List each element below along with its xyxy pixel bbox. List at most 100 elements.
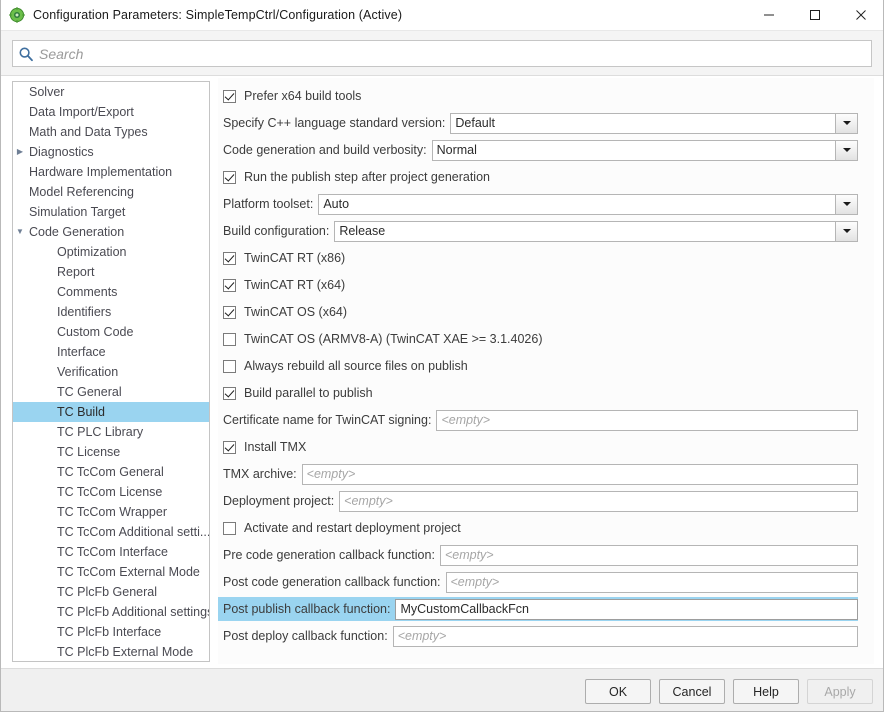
tree-item-solver[interactable]: Solver (13, 82, 209, 102)
dropdown-platform-toolset[interactable]: Auto (318, 193, 858, 215)
option-row-install-tmx: Install TMX (218, 435, 874, 459)
tree-item-hardware-implementation[interactable]: Hardware Implementation (13, 162, 209, 182)
close-button[interactable] (838, 0, 884, 31)
checkbox-label[interactable]: Activate and restart deployment project (244, 521, 461, 535)
minimize-button[interactable] (746, 0, 792, 31)
text-input-post-publish-callback-function[interactable]: MyCustomCallbackFcn (395, 598, 858, 620)
tree-item-math-and-data-types[interactable]: Math and Data Types (13, 122, 209, 142)
option-row-always-rebuild-all-source-files-on-publish: Always rebuild all source files on publi… (218, 354, 874, 378)
checkbox-label[interactable]: TwinCAT OS (x64) (244, 305, 347, 319)
checkbox-twincat-os-armv8-a-twincat-xae-3-1-4026[interactable] (223, 332, 236, 346)
help-button[interactable]: Help (733, 679, 799, 704)
tree-item-model-referencing[interactable]: Model Referencing (13, 182, 209, 202)
dropdown-value: Release (339, 224, 386, 238)
search-icon (19, 46, 33, 61)
checkbox-label[interactable]: Prefer x64 build tools (244, 89, 361, 103)
checkbox-label[interactable]: Run the publish step after project gener… (244, 170, 490, 184)
tree-item-tc-tccom-interface[interactable]: TC TcCom Interface (13, 542, 209, 562)
tree-item-tc-plc-library[interactable]: TC PLC Library (13, 422, 209, 442)
tree-item-tc-tccom-general[interactable]: TC TcCom General (13, 462, 209, 482)
tree-item-comments[interactable]: Comments (13, 282, 209, 302)
maximize-button[interactable] (792, 0, 838, 31)
option-row-post-code-generation-callback-function: Post code generation callback function: <… (218, 570, 858, 594)
chevron-down-icon[interactable] (835, 140, 857, 160)
collapsed-arrow-icon[interactable]: ▶ (13, 148, 27, 156)
checkbox-twincat-rt-x64[interactable] (223, 278, 236, 292)
tree-item-label: TC License (57, 445, 121, 459)
checkbox-run-the-publish-step-after-project-generation[interactable] (223, 170, 236, 184)
tree-item-report[interactable]: Report (13, 262, 209, 282)
dropdown-value: Default (455, 116, 495, 130)
tree-item-tc-tccom-license[interactable]: TC TcCom License (13, 482, 209, 502)
checkbox-twincat-os-x64[interactable] (223, 305, 236, 319)
tree-item-optimization[interactable]: Optimization (13, 242, 209, 262)
chevron-down-icon[interactable] (835, 113, 857, 133)
settings-tree[interactable]: Solver Data Import/Export Math and Data Ty… (12, 81, 210, 662)
text-input-tmx-archive[interactable]: <empty> (301, 463, 858, 485)
tree-item-interface[interactable]: Interface (13, 342, 209, 362)
tree-item-tc-plcfb-external-mode[interactable]: TC PlcFb External Mode (13, 642, 209, 661)
option-row-pre-code-generation-callback-function: Pre code generation callback function: <e… (218, 543, 858, 567)
tree-item-tc-plcfb-interface[interactable]: TC PlcFb Interface (13, 622, 209, 642)
option-row-certificate-name-for-twincat-signing: Certificate name for TwinCAT signing: <em… (218, 408, 858, 432)
search-input[interactable]: Search (12, 40, 872, 67)
text-input-post-code-generation-callback-function[interactable]: <empty> (445, 571, 858, 593)
tree-item-label: TC PlcFb Additional settings (57, 605, 210, 619)
tree-item-code-generation[interactable]: ▼ Code Generation (13, 222, 209, 242)
field-label: Specify C++ language standard version: (223, 116, 446, 130)
checkbox-label[interactable]: Build parallel to publish (244, 386, 373, 400)
tree-item-data-import-export[interactable]: Data Import/Export (13, 102, 209, 122)
checkbox-twincat-rt-x86[interactable] (223, 251, 236, 265)
tree-item-tc-tccom-additional-setti[interactable]: TC TcCom Additional setti... (13, 522, 209, 542)
tree-item-tc-license[interactable]: TC License (13, 442, 209, 462)
tree-item-label: Hardware Implementation (29, 165, 173, 179)
tree-item-label: TC TcCom Wrapper (57, 505, 167, 519)
tree-item-tc-build[interactable]: TC Build (13, 402, 209, 422)
tree-item-simulation-target[interactable]: Simulation Target (13, 202, 209, 222)
tree-item-tc-tccom-wrapper[interactable]: TC TcCom Wrapper (13, 502, 209, 522)
checkbox-label[interactable]: TwinCAT RT (x64) (244, 278, 345, 292)
dropdown-specify-c++-language-standard-version[interactable]: Default (450, 112, 858, 134)
tree-item-tc-plcfb-additional-settings[interactable]: TC PlcFb Additional settings (13, 602, 209, 622)
options-panel: Prefer x64 build tools Specify C++ langua… (218, 78, 874, 664)
tree-item-diagnostics[interactable]: ▶ Diagnostics (13, 142, 209, 162)
checkbox-install-tmx[interactable] (223, 440, 236, 454)
tree-item-tc-plcfb-general[interactable]: TC PlcFb General (13, 582, 209, 602)
tree-item-identifiers[interactable]: Identifiers (13, 302, 209, 322)
cancel-button[interactable]: Cancel (659, 679, 725, 704)
option-row-build-parallel-to-publish: Build parallel to publish (218, 381, 874, 405)
checkbox-build-parallel-to-publish[interactable] (223, 386, 236, 400)
text-input-pre-code-generation-callback-function[interactable]: <empty> (439, 544, 858, 566)
field-label: Build configuration: (223, 224, 330, 238)
field-label: Code generation and build verbosity: (223, 143, 427, 157)
option-row-post-deploy-callback-function: Post deploy callback function: <empty> (218, 624, 858, 648)
checkbox-label[interactable]: Install TMX (244, 440, 306, 454)
checkbox-prefer-x64-build-tools[interactable] (223, 89, 236, 103)
chevron-down-icon[interactable] (835, 194, 857, 214)
tree-item-custom-code[interactable]: Custom Code (13, 322, 209, 342)
tree-item-verification[interactable]: Verification (13, 362, 209, 382)
tree-item-label: Data Import/Export (29, 105, 134, 119)
expanded-arrow-icon[interactable]: ▼ (13, 228, 27, 236)
ok-button[interactable]: OK (585, 679, 651, 704)
chevron-down-icon[interactable] (835, 221, 857, 241)
tree-item-label: Identifiers (57, 305, 112, 319)
checkbox-label[interactable]: TwinCAT RT (x86) (244, 251, 345, 265)
tree-item-label: Report (57, 265, 95, 279)
tree-item-label: TC TcCom License (57, 485, 163, 499)
configuration-parameters-dialog: Configuration Parameters: SimpleTempCtrl… (0, 0, 884, 712)
checkbox-label[interactable]: TwinCAT OS (ARMV8-A) (TwinCAT XAE >= 3.1… (244, 332, 542, 346)
text-input-certificate-name-for-twincat-signing[interactable]: <empty> (436, 409, 858, 431)
close-icon (856, 10, 866, 20)
text-input-post-deploy-callback-function[interactable]: <empty> (392, 625, 858, 647)
dropdown-code-generation-and-build-verbosity[interactable]: Normal (431, 139, 858, 161)
field-label: Post code generation callback function: (223, 575, 441, 589)
checkbox-label[interactable]: Always rebuild all source files on publi… (244, 359, 468, 373)
text-input-deployment-project[interactable]: <empty> (339, 490, 858, 512)
checkbox-always-rebuild-all-source-files-on-publish[interactable] (223, 359, 236, 373)
option-row-twincat-rt-x64: TwinCAT RT (x64) (218, 273, 874, 297)
dropdown-build-configuration[interactable]: Release (334, 220, 858, 242)
tree-item-tc-tccom-external-mode[interactable]: TC TcCom External Mode (13, 562, 209, 582)
tree-item-tc-general[interactable]: TC General (13, 382, 209, 402)
checkbox-activate-and-restart-deployment-project[interactable] (223, 521, 236, 535)
